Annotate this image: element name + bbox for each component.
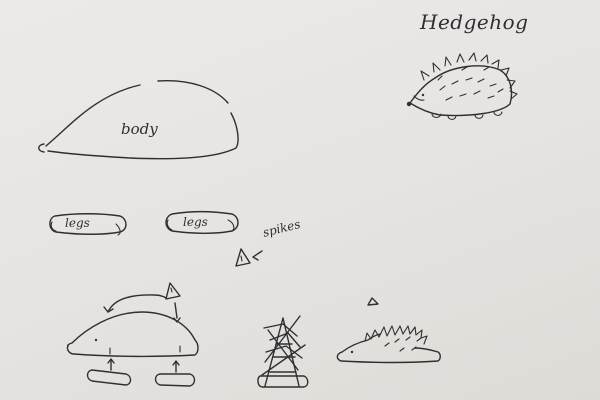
assembly-step-drawing	[66, 282, 199, 387]
legs-label: legs	[65, 216, 90, 230]
hedgehog-reference-drawing	[406, 52, 518, 120]
body-label: body	[121, 120, 158, 138]
spike-triangle-drawing	[235, 248, 263, 267]
stacked-spikes-drawing	[257, 315, 309, 388]
pencil-sketch	[38, 52, 518, 388]
paper-sheet: Hedgehog body legs legs spikes	[0, 0, 600, 400]
final-hedgehog-drawing	[336, 297, 441, 364]
legs-label: legs	[183, 215, 208, 229]
page-title: Hedgehog	[420, 10, 529, 34]
